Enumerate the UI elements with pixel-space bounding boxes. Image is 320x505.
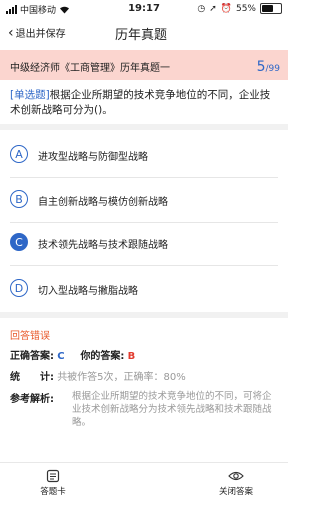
option-text: 自主创新战略与模仿创新战略 xyxy=(38,197,168,208)
question-body: 根据企业所期望的技术竞争地位的不同，企业技术创新战略可分为()。 xyxy=(10,89,271,116)
total-questions: /99 xyxy=(265,64,280,74)
option-text: 进攻型战略与防御型战略 xyxy=(38,152,148,163)
location-icon: ➚ xyxy=(209,3,217,14)
your-answer-label: 你的答案: xyxy=(80,351,125,362)
answer-card-icon xyxy=(46,469,60,483)
correct-answer-value: C xyxy=(57,351,65,362)
result-title: 回答错误 xyxy=(10,331,50,342)
option-d[interactable]: D 切入型战略与撇脂战略 xyxy=(0,274,288,304)
close-answer-label: 关闭答案 xyxy=(218,487,253,497)
stats-row: 统 计: 共被作答5次，正确率：80% xyxy=(10,368,186,383)
option-text: 技术领先战略与技术跟随战略 xyxy=(38,240,168,251)
option-letter: A xyxy=(10,145,28,163)
divider xyxy=(10,265,278,266)
your-answer-value: B xyxy=(127,351,136,362)
answer-card-button[interactable]: 答题卡 xyxy=(13,469,93,497)
analysis-text: 根据企业所期望的技术竞争地位的不同，可将企业技术创新战略分为技术领先战略和技术跟… xyxy=(72,391,272,428)
divider xyxy=(10,222,278,223)
divider xyxy=(0,312,288,318)
answer-row: 正确答案: C 你的答案: B xyxy=(10,347,135,362)
bottom-bar: 答题卡 关闭答案 xyxy=(0,462,288,505)
battery-icon xyxy=(260,3,282,14)
page-title: 历年真题 xyxy=(115,28,168,43)
divider xyxy=(10,177,278,178)
answer-card-label: 答题卡 xyxy=(40,487,66,497)
question-text: [单选题]根据企业所期望的技术竞争地位的不同，企业技术创新战略可分为()。 xyxy=(10,88,278,118)
analysis-label: 参考解析: xyxy=(10,394,54,405)
clock-icon: ⏰ xyxy=(220,3,232,14)
divider xyxy=(0,124,288,130)
exam-title-bar: 中级经济师《工商管理》历年真题一 5/99 xyxy=(0,50,288,80)
question-progress: 5/99 xyxy=(257,56,280,75)
option-text: 切入型战略与撇脂战略 xyxy=(38,286,138,297)
status-bar: 中国移动 19:17 ◷ ➚ ⏰ 55% xyxy=(0,0,288,20)
stats-value: 共被作答5次，正确率：80% xyxy=(57,372,186,383)
option-letter: C xyxy=(10,233,28,251)
battery-percent: 55% xyxy=(235,3,256,14)
correct-answer-label: 正确答案: xyxy=(10,351,54,362)
option-c[interactable]: C 技术领先战略与技术跟随战略 xyxy=(0,228,288,258)
question-type: [单选题] xyxy=(10,89,50,101)
current-question-number: 5 xyxy=(256,59,266,75)
chevron-left-icon: ‹ xyxy=(8,24,14,41)
alarm-icon: ◷ xyxy=(197,3,206,14)
back-save-label: 退出并保存 xyxy=(15,29,66,40)
close-answer-button[interactable]: 关闭答案 xyxy=(196,469,276,497)
option-a[interactable]: A 进攻型战略与防御型战略 xyxy=(0,140,288,170)
option-letter: B xyxy=(10,190,28,208)
exam-title: 中级经济师《工商管理》历年真题一 xyxy=(10,63,170,74)
nav-bar: ‹ 退出并保存 历年真题 xyxy=(0,20,288,46)
status-right: ◷ ➚ ⏰ 55% xyxy=(197,3,282,14)
option-b[interactable]: B 自主创新战略与模仿创新战略 xyxy=(0,185,288,215)
back-save-button[interactable]: ‹ 退出并保存 xyxy=(8,24,66,41)
eye-icon xyxy=(228,471,244,481)
stats-label: 统 计: xyxy=(10,372,54,383)
option-letter: D xyxy=(10,279,28,297)
